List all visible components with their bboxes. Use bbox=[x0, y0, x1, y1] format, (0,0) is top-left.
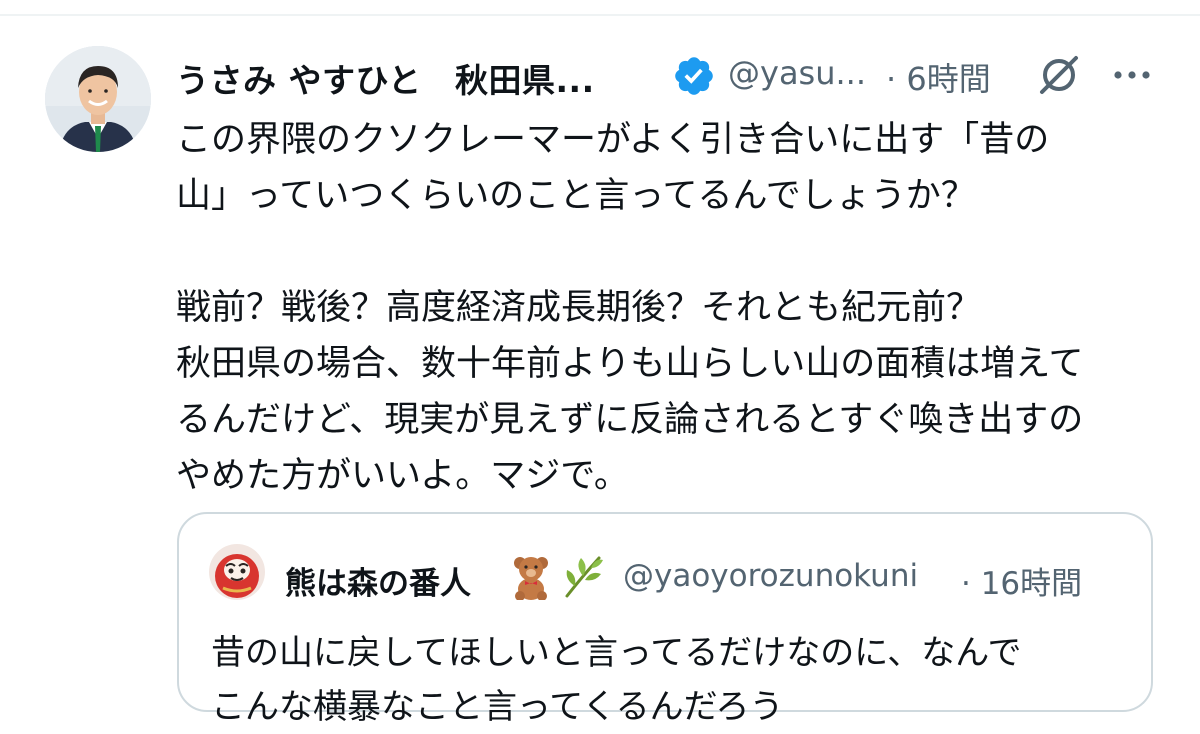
teddy-bear-icon bbox=[514, 557, 548, 600]
avatar[interactable] bbox=[45, 46, 151, 152]
quoted-timestamp[interactable]: · 16時間 bbox=[961, 558, 1082, 603]
tweet-header: うさみ やすひと 秋田県... @yasu... · 6時間 bbox=[176, 50, 1176, 100]
herb-icon bbox=[565, 556, 603, 598]
handle[interactable]: @yasu... bbox=[728, 54, 866, 92]
verified-badge-icon bbox=[675, 57, 713, 95]
tweet[interactable]: うさみ やすひと 秋田県... @yasu... · 6時間 この界隈のクソクレ… bbox=[0, 0, 1200, 727]
more-options-icon[interactable] bbox=[1110, 60, 1154, 90]
timestamp[interactable]: · 6時間 bbox=[886, 54, 991, 100]
grok-icon[interactable] bbox=[1034, 50, 1084, 100]
quoted-handle[interactable]: @yaoyorozunokuni bbox=[623, 558, 918, 594]
quoted-tweet[interactable]: 熊は森の番人 @yaoyorozunokuni · 16時間 昔の山に戻してほし… bbox=[177, 512, 1153, 727]
display-name[interactable]: うさみ やすひと 秋田県... bbox=[176, 54, 626, 102]
quoted-text: 昔の山に戻してほしいと言ってるだけなのに、なんで こんな横暴なこと言ってくるんだ… bbox=[211, 633, 1022, 727]
quoted-avatar[interactable] bbox=[209, 544, 265, 600]
avatar-image bbox=[45, 46, 151, 152]
tweet-text: この界隈のクソクレーマーがよく引き合いに出す「昔の 山」っていつくらいのこと言っ… bbox=[176, 120, 1084, 496]
quoted-display-name[interactable]: 熊は森の番人 bbox=[285, 558, 471, 603]
